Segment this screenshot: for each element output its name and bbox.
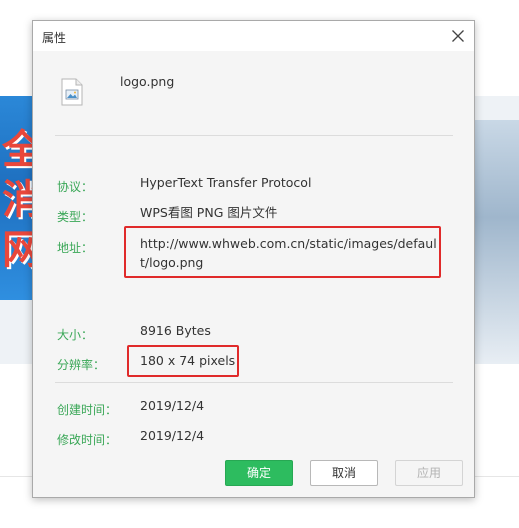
cancel-button[interactable]: 取消 bbox=[310, 460, 378, 486]
created-value: 2019/12/4 bbox=[140, 398, 205, 413]
type-label: 类型： bbox=[57, 210, 94, 224]
modified-value: 2019/12/4 bbox=[140, 428, 205, 443]
type-value: WPS看图 PNG 图片文件 bbox=[140, 205, 278, 220]
created-label: 创建时间： bbox=[57, 403, 118, 417]
ok-button[interactable]: 确定 bbox=[225, 460, 293, 486]
size-label: 大小： bbox=[57, 328, 94, 342]
protocol-label: 协议： bbox=[57, 180, 94, 194]
background-photo-art bbox=[475, 120, 519, 364]
screen: 全 消 网 属性 logo.png 协议： HyperText Transfer… bbox=[0, 0, 519, 528]
apply-button[interactable]: 应用 bbox=[395, 460, 463, 486]
divider bbox=[55, 382, 453, 383]
close-icon bbox=[452, 30, 464, 42]
dialog-title: 属性 bbox=[42, 31, 67, 45]
properties-dialog: 属性 logo.png 协议： HyperText Transfer Proto… bbox=[32, 20, 475, 498]
protocol-value: HyperText Transfer Protocol bbox=[140, 175, 312, 190]
dialog-body: logo.png 协议： HyperText Transfer Protocol… bbox=[33, 51, 474, 497]
resolution-highlight-box bbox=[127, 345, 239, 377]
address-label: 地址： bbox=[57, 241, 94, 255]
resolution-label: 分辨率： bbox=[57, 358, 106, 372]
close-button[interactable] bbox=[448, 26, 468, 46]
address-highlight-box bbox=[124, 226, 441, 278]
file-name: logo.png bbox=[120, 74, 175, 89]
image-file-icon bbox=[61, 78, 83, 106]
dialog-titlebar[interactable]: 属性 bbox=[33, 21, 474, 51]
divider bbox=[55, 135, 453, 136]
modified-label: 修改时间： bbox=[57, 433, 118, 447]
size-value: 8916 Bytes bbox=[140, 323, 211, 338]
